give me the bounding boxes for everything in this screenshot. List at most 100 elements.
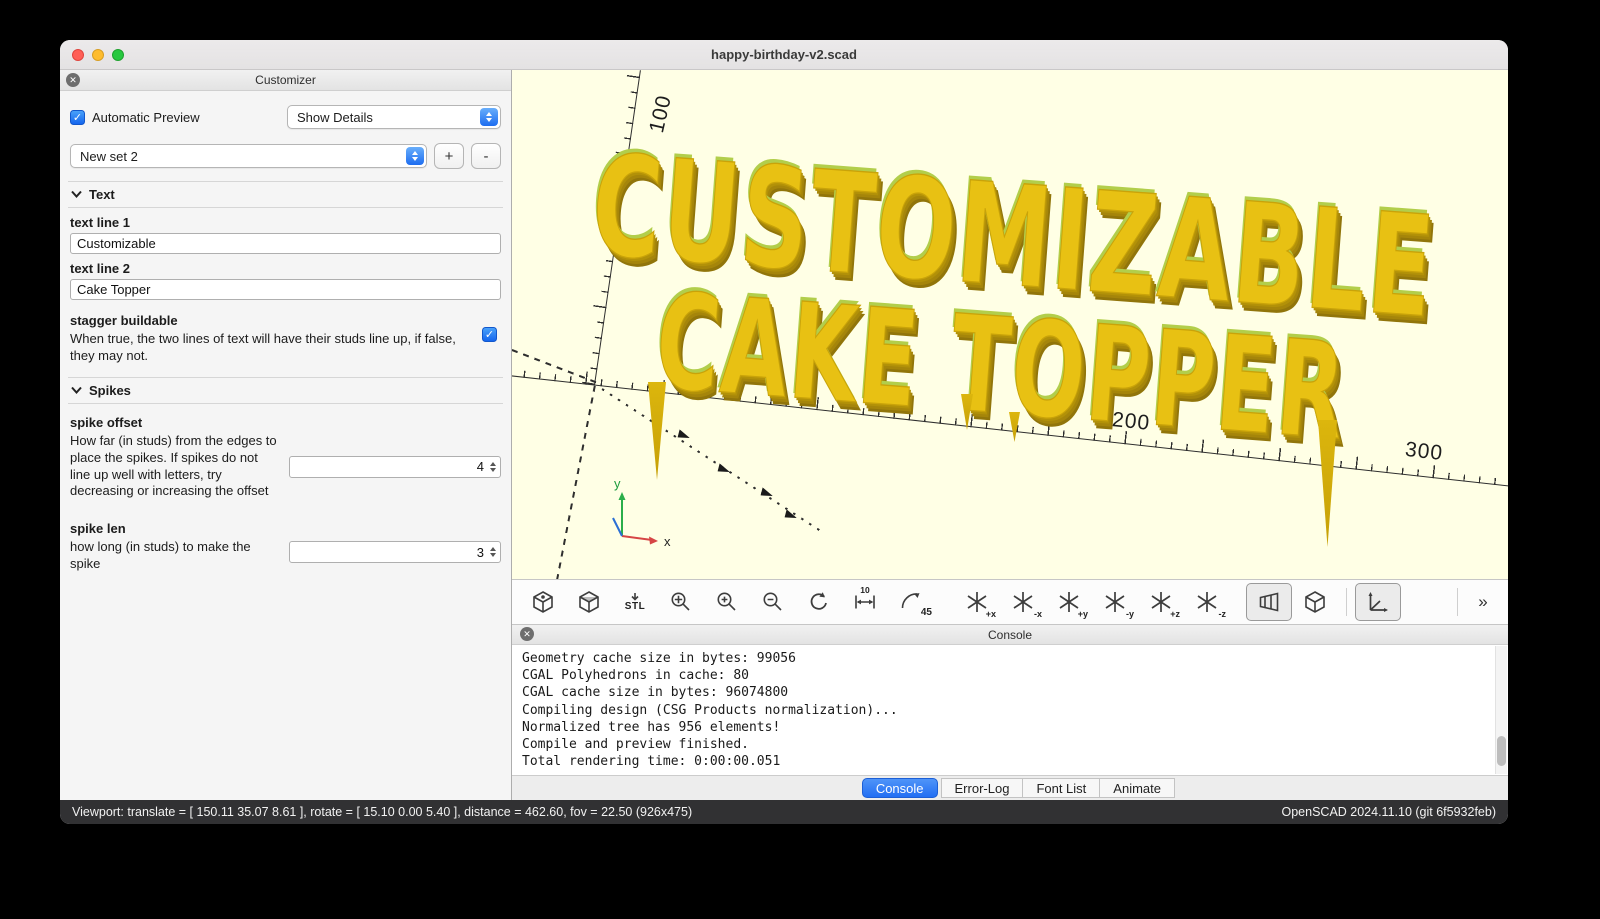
rendered-model: CUSTOMIZABLE CAKE TOPPER xyxy=(586,123,1456,471)
stl-label: STL xyxy=(624,601,646,612)
perspective-button[interactable] xyxy=(1246,583,1292,621)
automatic-preview-checkbox[interactable]: ✓ xyxy=(70,109,85,125)
automatic-preview-label: Automatic Preview xyxy=(92,109,200,125)
zoom-out-button[interactable] xyxy=(750,583,796,621)
view-all-button[interactable]: 10 xyxy=(842,583,888,621)
model-spike xyxy=(648,382,666,480)
spike-offset-label: spike offset xyxy=(70,414,143,430)
statusbar-version: OpenSCAD 2024.11.10 (git 6f5932feb) xyxy=(1281,805,1497,819)
tab-font-list[interactable]: Font List xyxy=(1022,778,1101,798)
view-front-label: -y xyxy=(1125,609,1134,619)
show-axes-button[interactable] xyxy=(1355,583,1401,621)
titlebar: happy-birthday-v2.scad xyxy=(60,40,1508,70)
tab-console[interactable]: Console xyxy=(861,778,938,798)
stagger-buildable-label: stagger buildable xyxy=(70,313,178,328)
spikes-section: Spikes spike offset How far (in studs) f… xyxy=(68,376,503,583)
console-line: Total rendering time: 0:00:00.051 xyxy=(522,754,781,770)
rotate-45-button[interactable]: 45 xyxy=(888,583,934,621)
view-all-label: 10 xyxy=(860,585,870,595)
statusbar-viewport-info: Viewport: translate = [ 150.11 35.07 8.6… xyxy=(72,805,693,819)
text-section-title: Text xyxy=(89,187,115,202)
view-left-button[interactable]: -x xyxy=(1000,583,1046,621)
console-header: ✕ Console xyxy=(512,625,1508,645)
remove-preset-button[interactable]: - xyxy=(471,143,501,169)
rotate-45-label: 45 xyxy=(920,607,932,618)
spinner-arrows-icon[interactable] xyxy=(490,461,496,472)
axis-label-300: 300 xyxy=(1403,437,1445,466)
tab-error-log[interactable]: Error-Log xyxy=(940,778,1024,798)
text-section: Text text line 1 text line 2 stagger bui… xyxy=(68,181,503,377)
toolbar-overflow-button[interactable]: » xyxy=(1466,592,1500,612)
preset-dropdown-value: New set 2 xyxy=(80,148,138,164)
console-close-icon[interactable]: ✕ xyxy=(520,627,534,641)
console-output[interactable]: Geometry cache size in bytes: 99056 CGAL… xyxy=(512,645,1508,775)
spike-len-spinner[interactable]: 3 xyxy=(289,541,501,564)
add-preset-button[interactable]: + xyxy=(434,143,464,169)
details-dropdown-value: Show Details xyxy=(297,109,373,125)
view-back-button[interactable]: +y xyxy=(1046,583,1092,621)
text-line2-label: text line 2 xyxy=(70,261,130,276)
orthogonal-button[interactable] xyxy=(1292,583,1338,621)
console-tab-bar: Console Error-Log Font List Animate xyxy=(512,775,1508,800)
spike-offset-spinner[interactable]: 4 xyxy=(289,455,501,478)
zoom-in-button[interactable] xyxy=(704,583,750,621)
openscad-window: happy-birthday-v2.scad ✕ Customizer ✓ Au… xyxy=(60,40,1508,824)
tab-animate[interactable]: Animate xyxy=(1099,778,1175,798)
toolbar-separator xyxy=(1457,588,1458,616)
console-title: Console xyxy=(987,627,1033,642)
spike-len-description: how long (in studs) to make the spike xyxy=(70,539,251,572)
view-front-button[interactable]: -y xyxy=(1092,583,1138,621)
model-spike xyxy=(1318,420,1337,547)
spikes-section-title: Spikes xyxy=(89,382,131,398)
console-scrollbar[interactable] xyxy=(1495,646,1507,774)
viewport-toolbar: STL 10 45 +x -x +y -y +z -z » xyxy=(512,580,1508,625)
stagger-buildable-description: When true, the two lines of text will ha… xyxy=(70,331,456,363)
view-right-button[interactable]: +x xyxy=(954,583,1000,621)
console-line: Geometry cache size in bytes: 99056 xyxy=(522,651,796,666)
console-line: Compile and preview finished. xyxy=(522,737,749,753)
spinner-arrows-icon[interactable] xyxy=(490,547,496,558)
text-line1-input[interactable] xyxy=(70,233,501,254)
stagger-buildable-checkbox[interactable]: ✓ xyxy=(482,327,497,342)
view-bottom-button[interactable]: -z xyxy=(1184,583,1230,621)
dropdown-chevrons-icon xyxy=(480,108,498,126)
render-button[interactable] xyxy=(566,583,612,621)
customizer-title: Customizer xyxy=(255,73,316,87)
scrollbar-thumb[interactable] xyxy=(1497,736,1506,766)
view-top-button[interactable]: +z xyxy=(1138,583,1184,621)
customizer-panel: ✕ Customizer ✓ Automatic Preview Show De… xyxy=(60,70,512,800)
reset-view-button[interactable] xyxy=(796,583,842,621)
render-preview-button[interactable] xyxy=(520,583,566,621)
chevron-down-icon xyxy=(71,190,82,198)
dropdown-chevrons-icon xyxy=(406,147,424,165)
text-section-header[interactable]: Text xyxy=(68,182,503,208)
zoom-all-button[interactable] xyxy=(658,583,704,621)
text-line2-input[interactable] xyxy=(70,279,501,300)
view-back-label: +y xyxy=(1077,609,1088,619)
statusbar: Viewport: translate = [ 150.11 35.07 8.6… xyxy=(60,800,1508,824)
console-line: Compiling design (CSG Products normaliza… xyxy=(522,702,898,718)
console-line: Normalized tree has 956 elements! xyxy=(522,719,781,735)
spike-offset-description: How far (in studs) from the edges to pla… xyxy=(70,432,277,499)
chevron-down-icon xyxy=(71,386,82,394)
preset-dropdown[interactable]: New set 2 xyxy=(70,144,427,168)
gizmo-x-label: x xyxy=(664,534,671,549)
console-line: CGAL Polyhedrons in cache: 80 xyxy=(522,668,749,684)
customizer-header: ✕ Customizer xyxy=(60,70,511,91)
view-right-label: +x xyxy=(985,609,996,619)
customizer-close-icon[interactable]: ✕ xyxy=(66,73,80,87)
toolbar-separator xyxy=(1346,588,1347,616)
spike-offset-value: 4 xyxy=(476,459,484,475)
details-dropdown[interactable]: Show Details xyxy=(287,105,501,129)
console-line: CGAL cache size in bytes: 96074800 xyxy=(522,685,789,701)
spike-len-value: 3 xyxy=(476,544,484,560)
viewport-3d[interactable]: 100 200 CUSTOMIZABLE CAKE TOPPER 300 y x xyxy=(512,70,1508,580)
view-top-label: +z xyxy=(1170,609,1180,619)
axes-gizmo: y x xyxy=(612,476,671,549)
spikes-section-header[interactable]: Spikes xyxy=(68,378,503,404)
window-title: happy-birthday-v2.scad xyxy=(711,47,857,62)
export-stl-button[interactable]: STL xyxy=(612,583,658,621)
spike-len-label: spike len xyxy=(70,521,126,537)
text-line1-label: text line 1 xyxy=(70,215,130,230)
gizmo-y-label: y xyxy=(614,476,621,491)
